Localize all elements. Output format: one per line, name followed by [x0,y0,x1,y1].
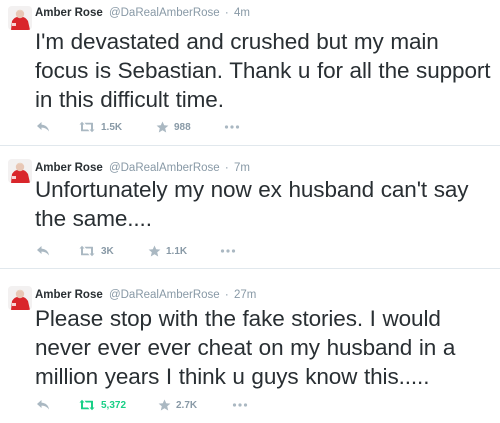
reply-icon [37,400,49,410]
tweet-timestamp[interactable]: 7m [234,162,250,174]
favorite-count: 988 [174,121,191,133]
favorite-button[interactable]: 2.7K [158,397,197,413]
avatar-image [8,159,32,183]
tweet-header: Amber Rose @DaRealAmberRose · 27m [35,287,256,303]
tweet-timestamp[interactable]: 27m [234,289,256,301]
retweet-icon [79,121,95,133]
tweet[interactable]: Amber Rose @DaRealAmberRose · 27m Please… [0,269,500,423]
retweet-button[interactable]: 3K [78,243,114,259]
more-dots-icon [232,403,248,407]
author-handle[interactable]: @DaRealAmberRose [109,162,220,174]
header-separator: · [224,162,229,174]
author-handle[interactable]: @DaRealAmberRose [109,289,220,301]
retweet-icon [79,245,95,257]
retweet-button[interactable]: 1.5K [78,119,122,135]
retweet-count: 1.5K [101,121,123,133]
reply-icon [37,246,49,256]
reply-button[interactable] [36,243,50,259]
header-separator: · [224,289,229,301]
more-button[interactable] [220,243,236,259]
retweet-count: 3K [101,245,114,257]
header-separator: · [224,7,229,19]
avatar-image [8,6,32,30]
author-name[interactable]: Amber Rose [35,162,103,174]
tweet-text: Please stop with the fake stories. I wou… [35,306,456,389]
tweet-header: Amber Rose @DaRealAmberRose · 7m [35,160,250,176]
tweet-header: Amber Rose @DaRealAmberRose · 4m [35,5,250,21]
tweet[interactable]: Amber Rose @DaRealAmberRose · 7m Unfortu… [0,146,500,268]
avatar[interactable] [8,286,32,310]
favorite-button[interactable]: 988 [156,119,191,135]
tweet-feed: Amber Rose @DaRealAmberRose · 4m I'm dev… [0,0,500,423]
more-dots-icon [224,125,240,129]
author-name[interactable]: Amber Rose [35,7,103,19]
reply-button[interactable] [36,119,50,135]
retweet-count: 5,372 [101,399,127,411]
favorite-count: 2.7K [176,399,198,411]
tweet-text: Unfortunately my now ex husband can't sa… [35,177,469,231]
more-dots-icon [220,249,236,253]
favorite-count: 1.1K [166,245,188,257]
more-button[interactable] [224,119,240,135]
tweet-timestamp[interactable]: 4m [234,7,250,19]
tweet-text: I'm devastated and crushed but my main f… [35,29,491,112]
reply-icon [37,122,49,132]
avatar[interactable] [8,159,32,183]
avatar[interactable] [8,6,32,30]
author-name[interactable]: Amber Rose [35,289,103,301]
reply-button[interactable] [36,397,50,413]
retweet-button[interactable]: 5,372 [78,397,126,413]
star-icon [158,399,171,411]
favorite-button[interactable]: 1.1K [148,243,187,259]
author-handle[interactable]: @DaRealAmberRose [109,7,220,19]
tweet[interactable]: Amber Rose @DaRealAmberRose · 4m I'm dev… [0,0,500,145]
star-icon [156,121,169,133]
retweet-icon [79,399,95,411]
more-button[interactable] [232,397,248,413]
avatar-image [8,286,32,310]
star-icon [148,245,161,257]
